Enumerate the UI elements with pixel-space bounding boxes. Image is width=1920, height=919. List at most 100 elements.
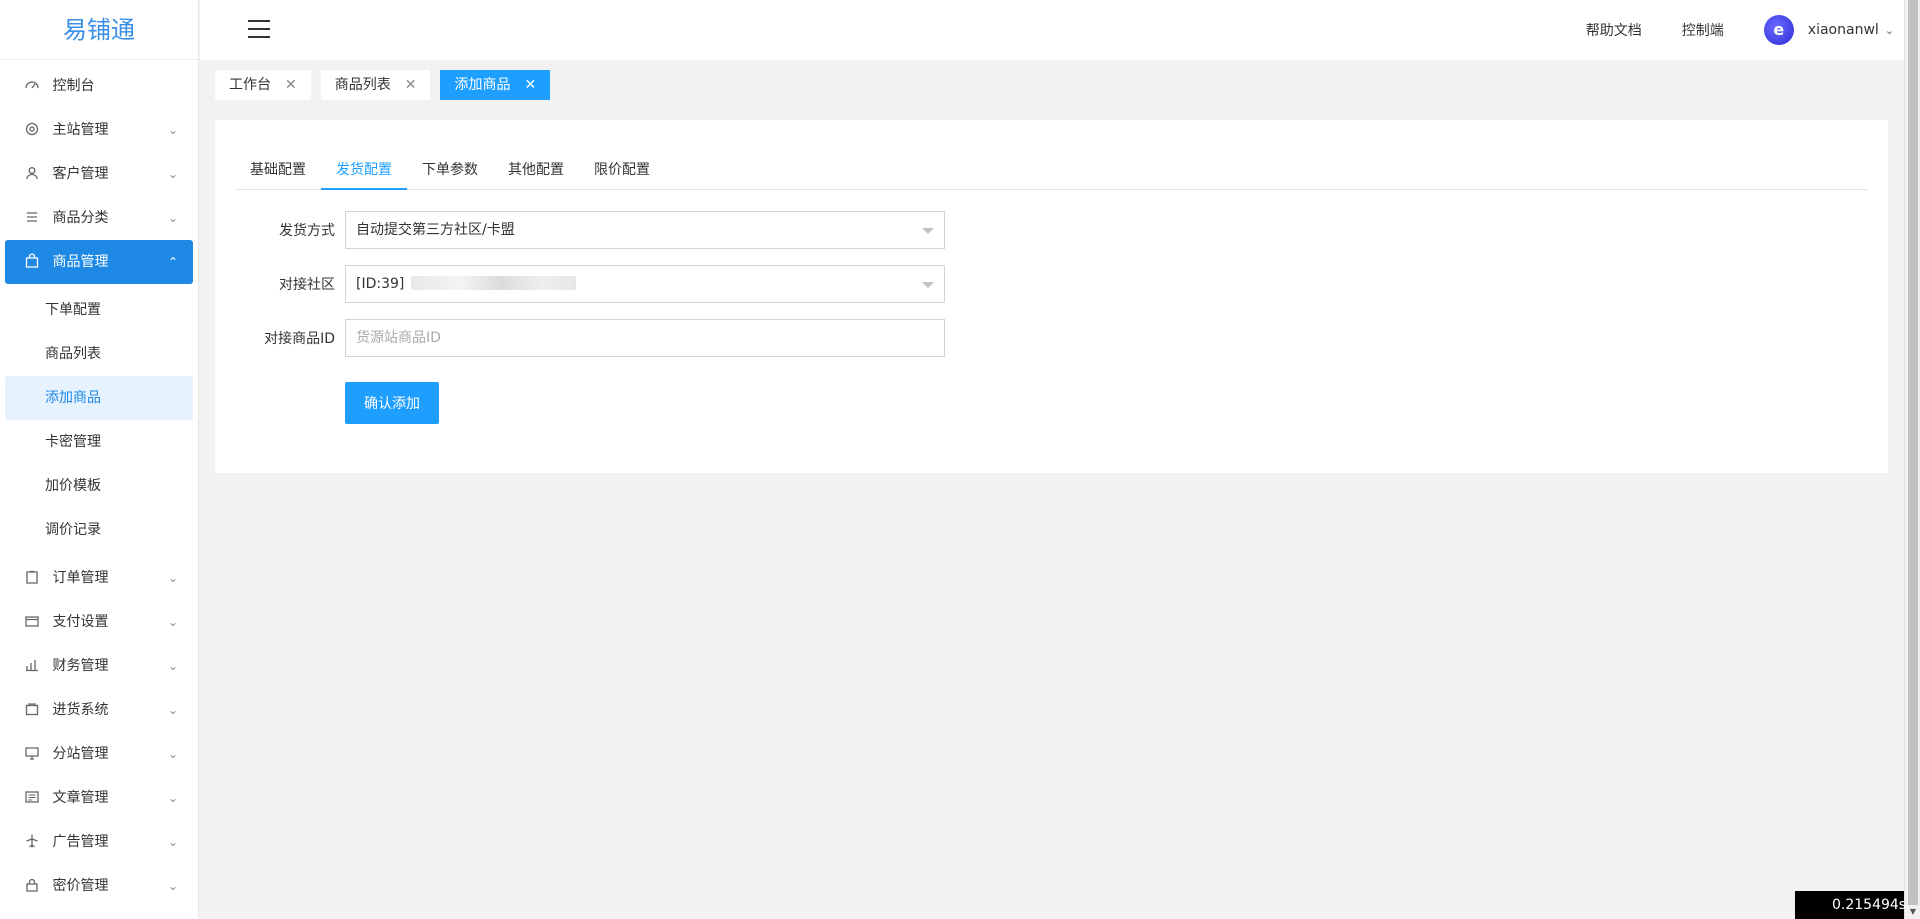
sidebar-subitem-order-config[interactable]: 下单配置 bbox=[0, 288, 198, 332]
ship-method-row: 发货方式 自动提交第三方社区/卡盟 bbox=[235, 211, 945, 249]
ship-method-label: 发货方式 bbox=[279, 223, 335, 239]
tab-basic-config[interactable]: 基础配置 bbox=[235, 150, 321, 190]
sidebar-item-secret-price[interactable]: 密价管理 ⌄ bbox=[0, 864, 198, 908]
chevron-down-icon: ⌄ bbox=[167, 879, 178, 893]
add-goods-card: 基础配置 发货配置 下单参数 其他配置 限价配置 发货方式 自动提交第三方社区/… bbox=[215, 120, 1888, 473]
user-icon bbox=[26, 167, 38, 180]
goods-id-label: 对接商品ID bbox=[264, 331, 335, 347]
chevron-up-icon: ⌃ bbox=[167, 255, 178, 269]
cart-icon bbox=[25, 703, 39, 716]
sidebar-item-payment[interactable]: 支付设置 ⌄ bbox=[0, 600, 198, 644]
community-value: [ID:39] bbox=[356, 276, 405, 292]
sidebar-subitem-markup-template[interactable]: 加价模板 bbox=[0, 464, 198, 508]
caret-down-icon bbox=[922, 282, 934, 288]
close-icon[interactable]: ✕ bbox=[285, 70, 297, 100]
chevron-down-icon: ⌄ bbox=[167, 703, 178, 717]
sidebar-item-label: 广告管理 bbox=[52, 834, 109, 850]
sidebar-item-label: 文章管理 bbox=[52, 790, 109, 806]
sidebar-subitem-price-log[interactable]: 调价记录 bbox=[0, 508, 198, 552]
avatar[interactable]: e bbox=[1763, 15, 1794, 45]
community-label: 对接社区 bbox=[279, 277, 335, 293]
header-actions: 帮助文档 控制端 e xiaonanwl ⌄ bbox=[1586, 0, 1894, 60]
hamburger-icon[interactable] bbox=[248, 20, 270, 38]
sidebar-item-label: 主站管理 bbox=[52, 122, 109, 138]
tab-label: 工作台 bbox=[229, 77, 271, 93]
sidebar-item-label: 进货系统 bbox=[52, 702, 109, 718]
console-link[interactable]: 控制端 bbox=[1682, 20, 1724, 40]
plane-icon bbox=[26, 834, 38, 848]
username[interactable]: xiaonanwl bbox=[1808, 22, 1879, 38]
sidebar-item-orders[interactable]: 订单管理 ⌄ bbox=[0, 556, 198, 600]
sidebar-item-goods[interactable]: 商品管理 ⌃ bbox=[5, 240, 193, 284]
sidebar-menu: 控制台 主站管理 ⌄ 客户管理 ⌄ 商品分类 ⌄ 商品管理 ⌃ 下单配置 商品列… bbox=[0, 64, 198, 908]
chevron-down-icon: ⌄ bbox=[167, 835, 178, 849]
sidebar-item-label: 财务管理 bbox=[52, 658, 109, 674]
goods-id-field[interactable] bbox=[345, 319, 945, 357]
sidebar-item-dashboard[interactable]: 控制台 bbox=[0, 64, 198, 108]
tab-goods-list[interactable]: 商品列表 ✕ bbox=[320, 70, 431, 100]
ship-method-select[interactable]: 自动提交第三方社区/卡盟 bbox=[345, 211, 945, 249]
goods-id-row: 对接商品ID bbox=[235, 319, 945, 357]
monitor-icon bbox=[25, 747, 39, 760]
page-tabs: 工作台 ✕ 商品列表 ✕ 添加商品 ✕ bbox=[215, 70, 560, 100]
chevron-down-icon: ⌄ bbox=[167, 747, 178, 761]
sidebar-item-ads[interactable]: 广告管理 ⌄ bbox=[0, 820, 198, 864]
chevron-down-icon: ⌄ bbox=[167, 791, 178, 805]
sidebar-item-label: 商品管理 bbox=[52, 254, 109, 270]
article-icon bbox=[25, 791, 39, 803]
tab-add-goods[interactable]: 添加商品 ✕ bbox=[440, 70, 551, 100]
sidebar-item-articles[interactable]: 文章管理 ⌄ bbox=[0, 776, 198, 820]
tab-label: 商品列表 bbox=[334, 77, 391, 93]
goods-submenu: 下单配置 商品列表 添加商品 卡密管理 加价模板 调价记录 bbox=[0, 284, 198, 556]
scrollbar-thumb[interactable] bbox=[1908, 0, 1918, 905]
list-icon bbox=[27, 212, 37, 222]
sidebar-subitem-cards[interactable]: 卡密管理 bbox=[0, 420, 198, 464]
close-icon[interactable]: ✕ bbox=[405, 70, 417, 100]
sidebar-item-substation[interactable]: 分站管理 ⌄ bbox=[0, 732, 198, 776]
sidebar-subitem-goods-list[interactable]: 商品列表 bbox=[0, 332, 198, 376]
bag-icon bbox=[25, 253, 39, 268]
sidebar-item-label: 商品分类 bbox=[52, 210, 109, 226]
tab-other-config[interactable]: 其他配置 bbox=[493, 150, 579, 190]
help-docs-link[interactable]: 帮助文档 bbox=[1586, 20, 1642, 40]
tab-shipping-config[interactable]: 发货配置 bbox=[321, 150, 407, 190]
chevron-down-icon[interactable]: ⌄ bbox=[1885, 24, 1894, 37]
load-timer: 0.215494s bbox=[1795, 891, 1906, 919]
sidebar-subitem-add-goods[interactable]: 添加商品 bbox=[5, 376, 193, 420]
sidebar: 易铺通 控制台 主站管理 ⌄ 客户管理 ⌄ 商品分类 ⌄ 商品管理 ⌃ 下单配置 bbox=[0, 0, 199, 919]
sidebar-item-label: 控制台 bbox=[52, 78, 95, 94]
confirm-add-button[interactable]: 确认添加 bbox=[345, 382, 439, 424]
sidebar-item-site[interactable]: 主站管理 ⌄ bbox=[0, 108, 198, 152]
chevron-down-icon: ⌄ bbox=[167, 615, 178, 629]
tab-order-params[interactable]: 下单参数 bbox=[407, 150, 493, 190]
sidebar-item-customers[interactable]: 客户管理 ⌄ bbox=[0, 152, 198, 196]
sidebar-item-categories[interactable]: 商品分类 ⌄ bbox=[0, 196, 198, 240]
ship-method-value: 自动提交第三方社区/卡盟 bbox=[356, 222, 515, 238]
caret-down-icon bbox=[922, 228, 934, 234]
chevron-down-icon: ⌄ bbox=[167, 659, 178, 673]
tab-price-limit-config[interactable]: 限价配置 bbox=[579, 150, 665, 190]
sidebar-item-label: 客户管理 bbox=[52, 166, 109, 182]
community-select[interactable]: [ID:39] bbox=[345, 265, 945, 303]
community-row: 对接社区 [ID:39] bbox=[235, 265, 945, 303]
close-icon[interactable]: ✕ bbox=[524, 70, 536, 100]
clipboard-icon bbox=[26, 570, 38, 584]
sidebar-item-label: 分站管理 bbox=[52, 746, 109, 762]
chevron-down-icon: ⌄ bbox=[167, 571, 178, 585]
wallet-icon bbox=[25, 616, 39, 627]
page-scrollbar[interactable]: ▼ bbox=[1904, 0, 1920, 919]
scroll-down-arrow-icon[interactable]: ▼ bbox=[1905, 905, 1920, 919]
sidebar-item-finance[interactable]: 财务管理 ⌄ bbox=[0, 644, 198, 688]
top-header: 帮助文档 控制端 e xiaonanwl ⌄ bbox=[200, 0, 1904, 60]
logo[interactable]: 易铺通 bbox=[0, 0, 198, 60]
lock-icon bbox=[26, 878, 38, 892]
sidebar-item-purchase[interactable]: 进货系统 ⌄ bbox=[0, 688, 198, 732]
bar-chart-icon bbox=[26, 660, 38, 672]
chevron-down-icon: ⌄ bbox=[167, 123, 178, 137]
tab-label: 添加商品 bbox=[454, 77, 511, 93]
tab-workbench[interactable]: 工作台 ✕ bbox=[215, 70, 311, 100]
goods-id-input[interactable] bbox=[356, 321, 944, 355]
sidebar-item-label: 支付设置 bbox=[52, 614, 109, 630]
sidebar-item-label: 密价管理 bbox=[52, 878, 109, 894]
redacted-text bbox=[410, 276, 576, 290]
